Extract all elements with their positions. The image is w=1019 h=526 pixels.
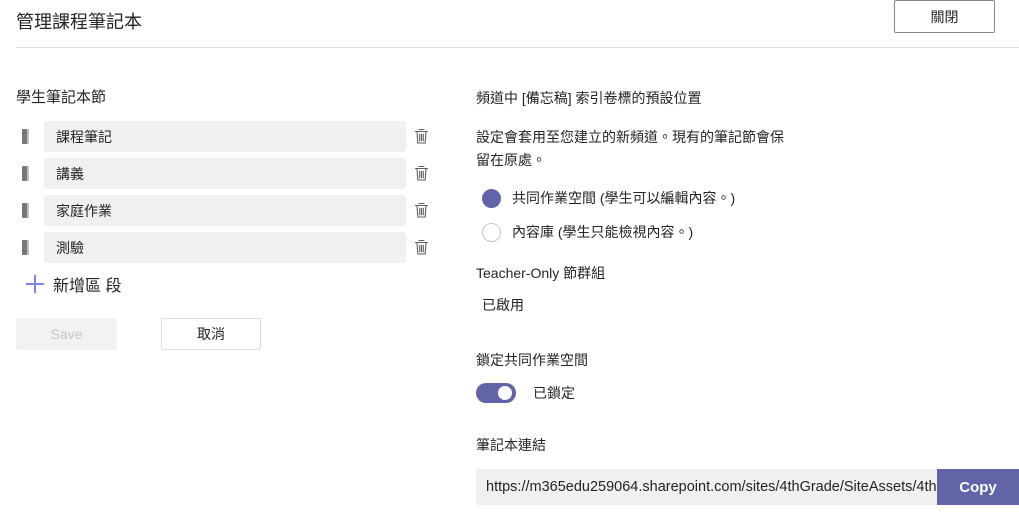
default-location-radio-group: 共同作業空間 (學生可以編輯內容。) 內容庫 (學生只能檢視內容。) (482, 188, 1004, 242)
teacher-only-heading: Teacher-Only 節群組 (476, 265, 606, 281)
add-section-label: 新增區 段 (53, 278, 122, 295)
section-name-input[interactable] (44, 158, 406, 189)
close-button[interactable]: 關閉 (894, 0, 995, 33)
notebook-link-row: https://m365edu259064.sharepoint.com/sit… (476, 469, 1019, 505)
default-location-description: 設定會套用至您建立的新頻道。現有的筆記節會保留在原處。 (476, 129, 784, 168)
add-section-button[interactable]: 新增區 段 (26, 272, 121, 296)
drag-handle-icon[interactable] (16, 203, 34, 218)
radio-option-label: 內容庫 (學生只能檢視內容。) (512, 224, 694, 240)
radio-selected-icon (482, 188, 501, 208)
lock-collaboration-state-label: 已鎖定 (533, 385, 575, 401)
student-sections-heading: 學生筆記本節 (16, 89, 107, 106)
section-name-input[interactable] (44, 121, 406, 152)
radio-unselected-icon (482, 222, 501, 242)
trash-icon[interactable] (406, 202, 436, 219)
section-row (16, 158, 436, 189)
trash-icon[interactable] (406, 128, 436, 145)
dialog-header: 管理課程筆記本 關閉 (0, 0, 1019, 48)
settings-panel: 頻道中 [備忘稿] 索引卷標的預設位置 設定會套用至您建立的新頻道。現有的筆記節… (476, 88, 1019, 505)
section-row (16, 195, 436, 226)
drag-handle-icon[interactable] (16, 240, 34, 255)
radio-option-content-library[interactable]: 內容庫 (學生只能檢視內容。) (482, 222, 1004, 242)
default-location-title: 頻道中 [備忘稿] 索引卷標的預設位置 (476, 90, 702, 106)
trash-icon[interactable] (406, 165, 436, 182)
teacher-only-value: 已啟用 (482, 297, 524, 313)
lock-collaboration-toggle[interactable] (476, 383, 516, 403)
drag-handle-icon[interactable] (16, 166, 34, 181)
copy-button[interactable]: Copy (937, 469, 1019, 505)
section-row (16, 121, 436, 152)
section-row (16, 232, 436, 263)
header-divider (16, 47, 1019, 48)
drag-handle-icon[interactable] (16, 129, 34, 144)
page-title: 管理課程筆記本 (16, 12, 142, 32)
notebook-link-heading: 筆記本連結 (476, 437, 546, 453)
notebook-link-input[interactable]: https://m365edu259064.sharepoint.com/sit… (476, 469, 937, 505)
trash-icon[interactable] (406, 239, 436, 256)
section-name-input[interactable] (44, 232, 406, 263)
toggle-knob-icon (498, 386, 512, 400)
student-sections-panel: 學生筆記本節 課程筆記 講義 家庭作業 測驗 新增區 段 Save 取消 (16, 88, 436, 350)
cancel-button[interactable]: 取消 (161, 318, 261, 350)
plus-icon (26, 275, 44, 293)
radio-option-label: 共同作業空間 (學生可以編輯內容。) (512, 190, 736, 206)
section-name-input[interactable] (44, 195, 406, 226)
lock-collaboration-heading: 鎖定共同作業空間 (476, 352, 588, 368)
save-button[interactable]: Save (16, 318, 117, 350)
radio-option-collaboration-space[interactable]: 共同作業空間 (學生可以編輯內容。) (482, 188, 1004, 208)
left-actions: Save 取消 (16, 318, 436, 350)
lock-collaboration-row: 已鎖定 (476, 383, 1004, 403)
